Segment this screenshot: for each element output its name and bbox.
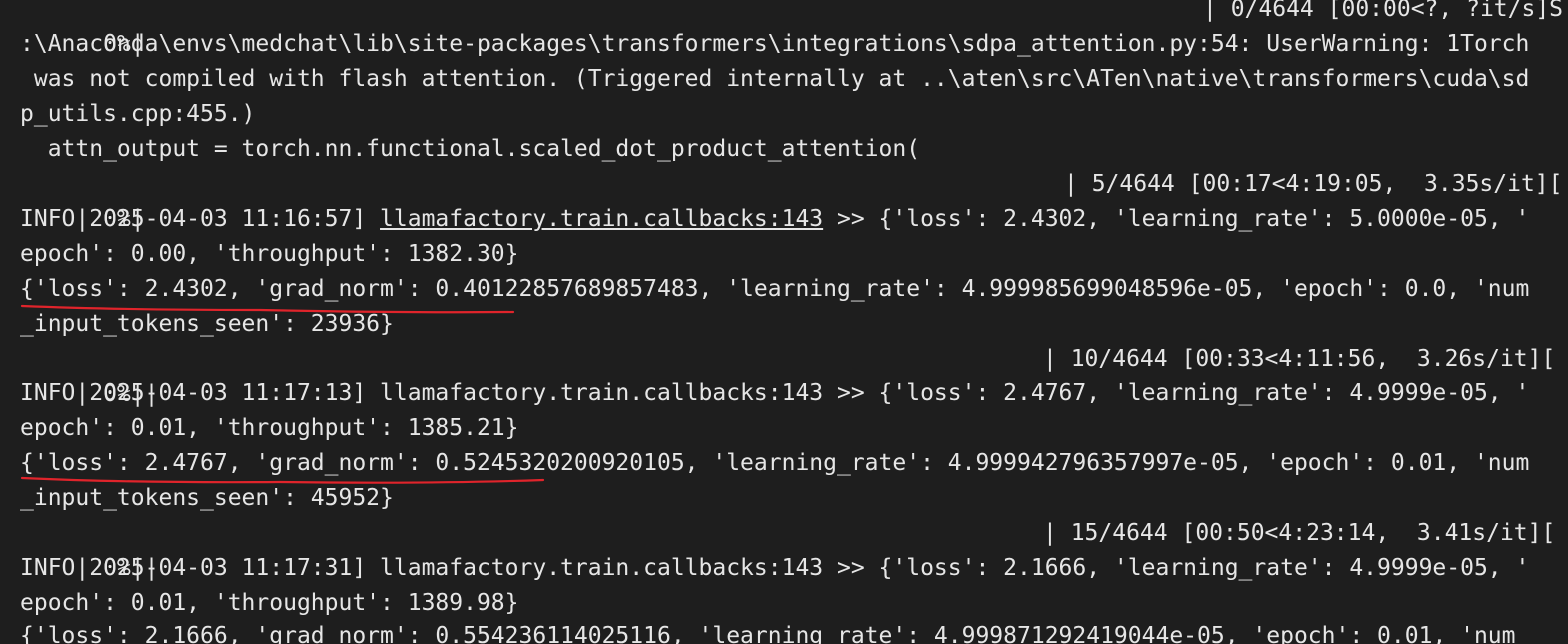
annotation-underline	[20, 304, 515, 314]
annotation-layer	[20, 304, 545, 484]
terminal-output[interactable]: 0%| | 0/4644 [00:00<?, ?it/s]S :\Anacond…	[0, 0, 1568, 644]
annotation-underline	[20, 476, 545, 484]
